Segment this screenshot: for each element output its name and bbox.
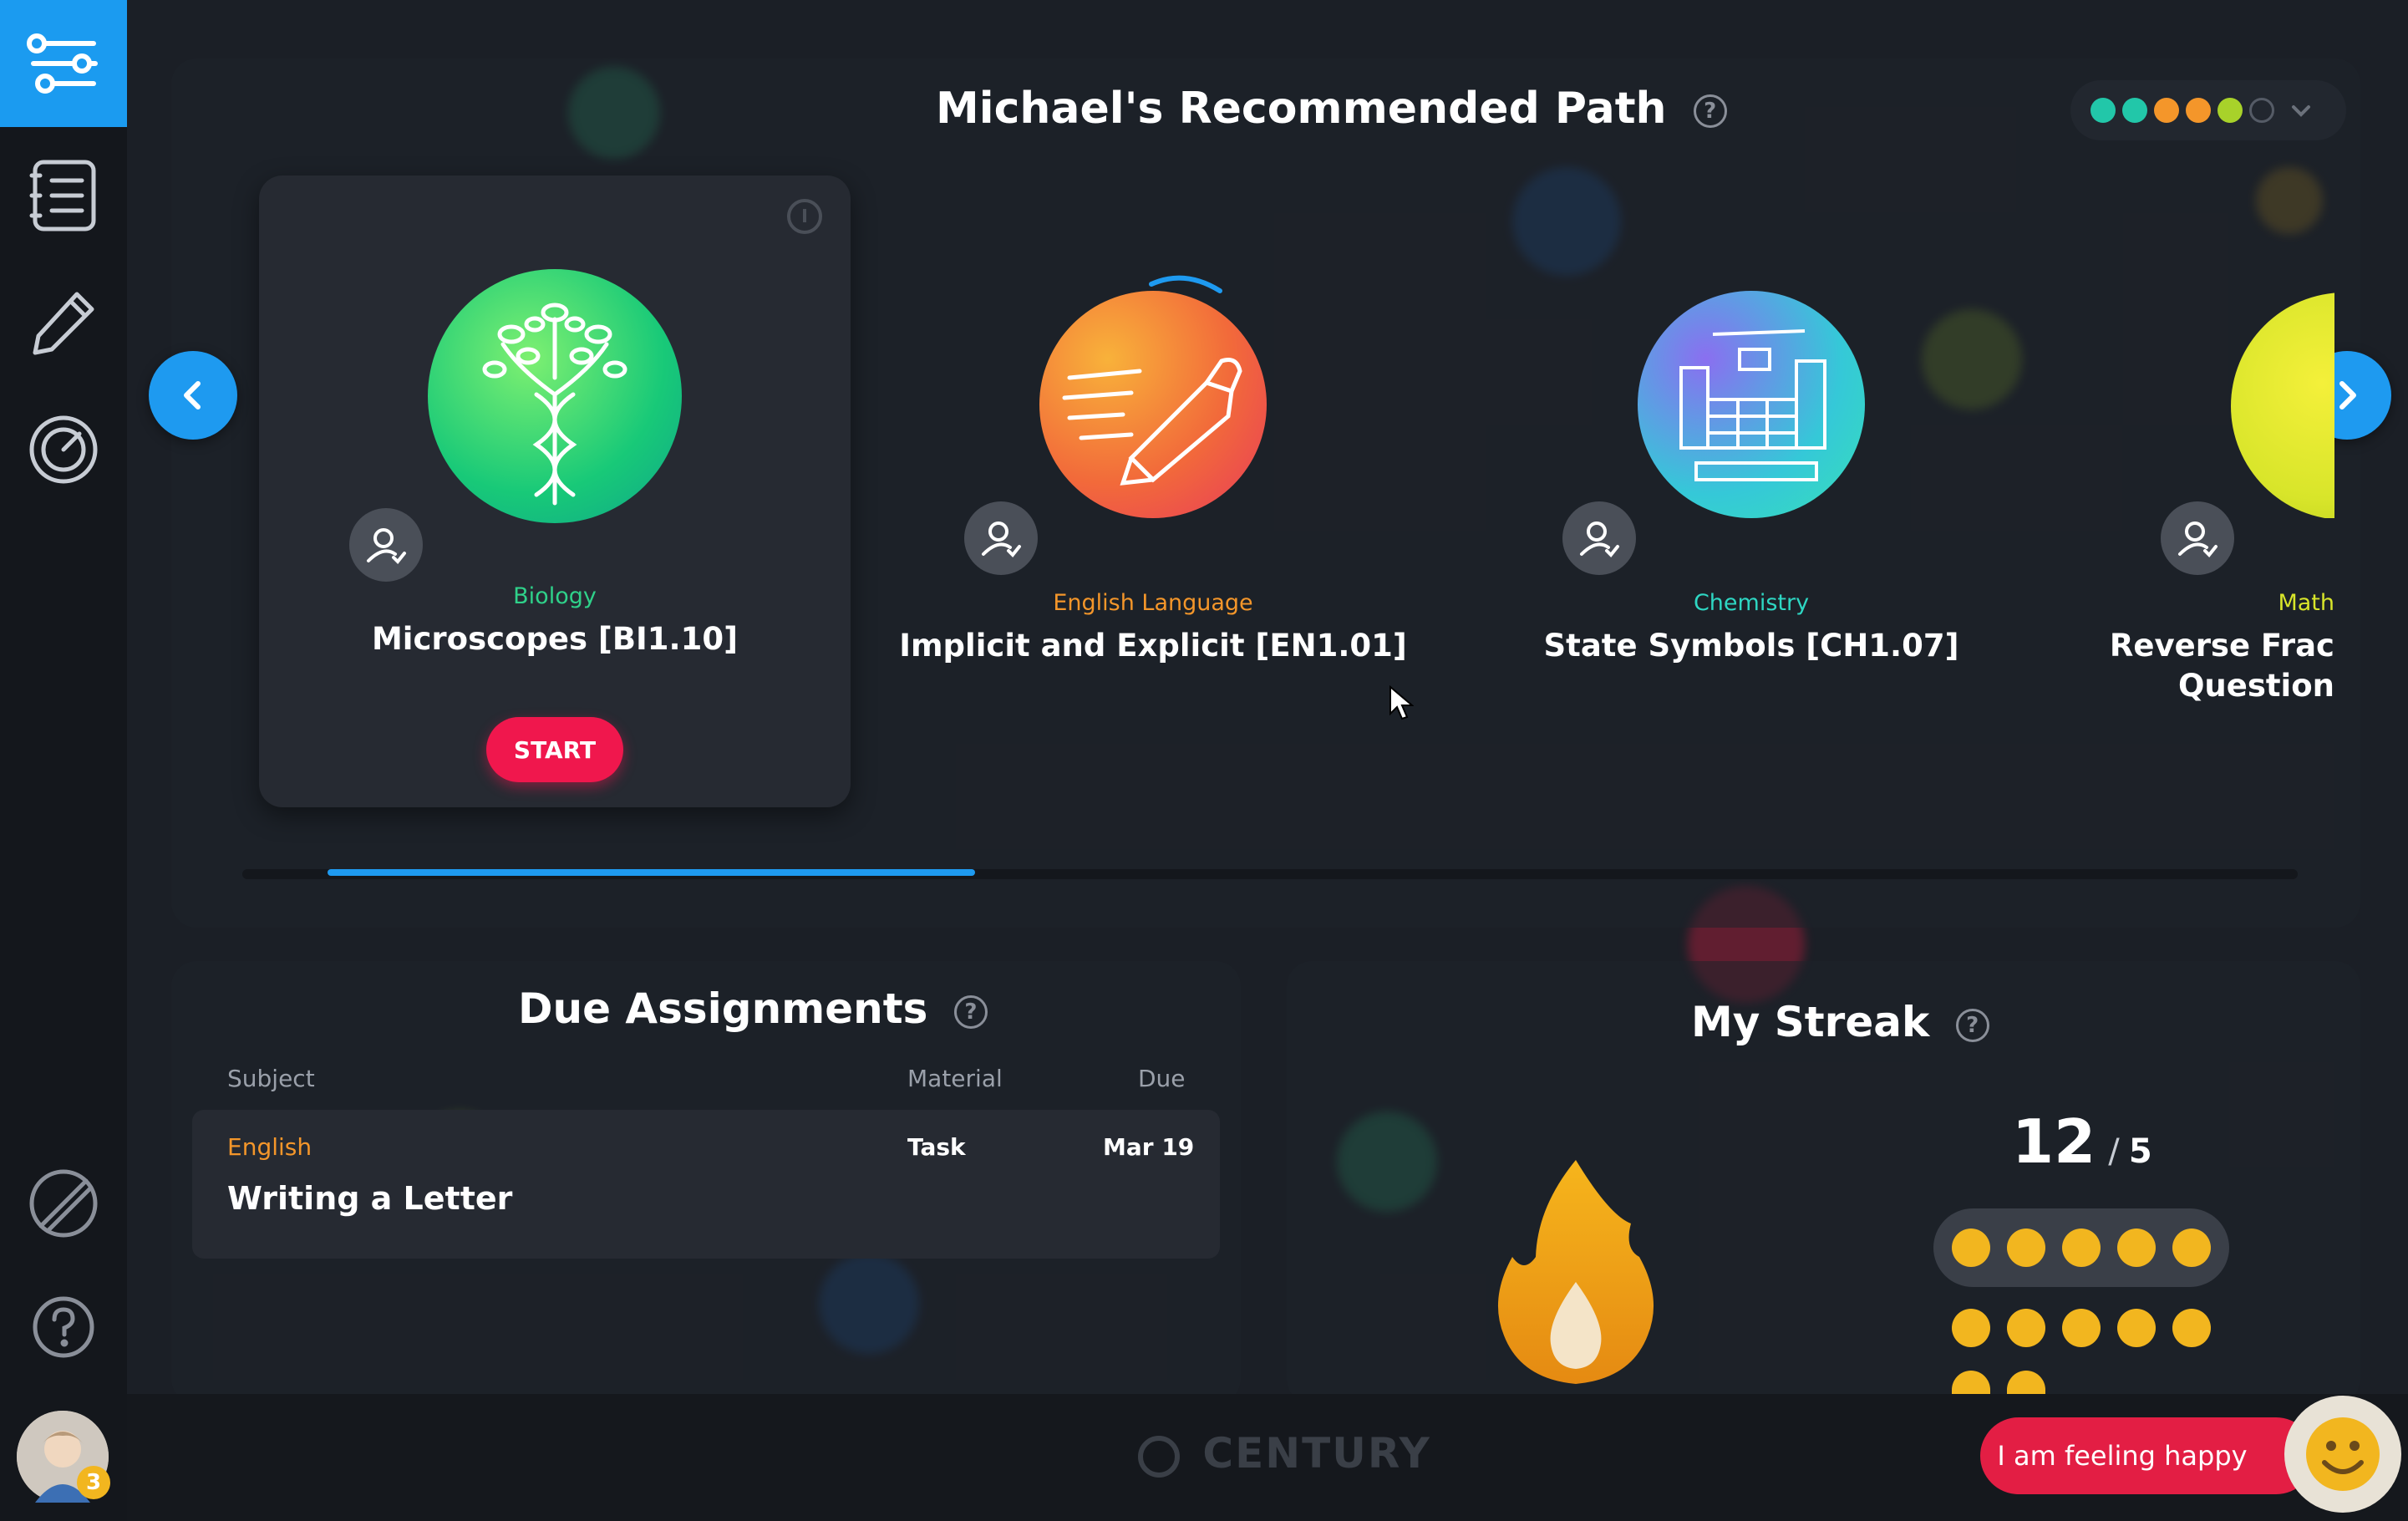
row-due-date: Mar 19 bbox=[1103, 1133, 1195, 1161]
due-title-text: Due Assignments bbox=[518, 984, 928, 1033]
chevron-right-icon bbox=[2339, 381, 2356, 410]
difficulty-dot bbox=[2186, 98, 2211, 123]
course-title: Reverse Frac Question bbox=[2109, 628, 2334, 704]
streak-day-dot bbox=[2062, 1309, 2101, 1347]
periodic-table-icon bbox=[1679, 329, 1826, 481]
user-check-icon bbox=[367, 528, 406, 564]
course-info: Math Reverse Frac Question bbox=[2106, 590, 2334, 724]
difficulty-dot bbox=[2090, 98, 2116, 123]
difficulty-dot bbox=[2122, 98, 2147, 123]
due-assignments-title: Due Assignments ? bbox=[518, 984, 988, 1033]
path-scroll-thumb[interactable] bbox=[328, 869, 975, 876]
table-row[interactable]: English Writing a Letter Task Mar 19 bbox=[192, 1110, 1220, 1259]
path-title-text: Michael's Recommended Path bbox=[936, 84, 1667, 134]
brand-logo: CENTURY bbox=[1136, 1429, 1431, 1479]
course-subject: Chemistry bbox=[1693, 590, 1810, 616]
chemistry-course-image[interactable] bbox=[1638, 291, 1865, 518]
streak-count: 12 / 5 bbox=[2012, 1106, 2152, 1177]
pen-writing-icon bbox=[1062, 358, 1242, 486]
carousel-prev-button[interactable] bbox=[149, 351, 237, 440]
english-course-image[interactable] bbox=[1039, 291, 1267, 518]
streak-day-dot bbox=[1952, 1228, 1990, 1267]
streak-day-dot bbox=[2172, 1228, 2211, 1267]
tree-dna-icon bbox=[482, 303, 627, 506]
notification-badge: 3 bbox=[77, 1466, 110, 1499]
chevron-left-icon bbox=[184, 381, 201, 410]
sidebar-item-help[interactable] bbox=[0, 1264, 127, 1391]
course-title: Implicit and Explicit [EN1.01] bbox=[899, 628, 1407, 664]
course-subject: English Language bbox=[1053, 590, 1253, 616]
sidebar-item-list[interactable] bbox=[0, 132, 127, 259]
streak-day-dot bbox=[2117, 1309, 2156, 1347]
sidebar-item-practice[interactable] bbox=[0, 259, 127, 386]
course-info: Chemistry State Symbols [CH1.07] bbox=[1450, 590, 2052, 666]
help-icon bbox=[33, 1296, 94, 1358]
smiley-icon bbox=[2306, 1417, 2380, 1491]
row-assignment-name: Writing a Letter bbox=[227, 1180, 513, 1217]
row-subject: English bbox=[227, 1133, 312, 1161]
mood-emoji[interactable] bbox=[2284, 1396, 2401, 1513]
difficulty-selector[interactable] bbox=[2070, 80, 2346, 140]
mood-button[interactable]: I am feeling happy bbox=[1980, 1417, 2314, 1494]
biology-course-image[interactable] bbox=[428, 269, 682, 523]
assign-user-button[interactable] bbox=[964, 501, 1038, 575]
path-help-icon[interactable]: ? bbox=[1693, 94, 1727, 128]
list-icon bbox=[29, 160, 96, 231]
assign-user-button[interactable] bbox=[1562, 501, 1636, 575]
avatar[interactable]: 3 bbox=[17, 1411, 110, 1503]
course-info: English Language Implicit and Explicit [… bbox=[852, 590, 1454, 666]
streak-day-dot bbox=[2117, 1228, 2156, 1267]
due-help-icon[interactable]: ? bbox=[953, 994, 988, 1029]
difficulty-dot bbox=[2217, 98, 2243, 123]
row-material: Task bbox=[907, 1133, 966, 1161]
pencil-icon bbox=[33, 292, 94, 355]
streak-goal: 5 bbox=[2128, 1132, 2152, 1171]
user-check-icon bbox=[982, 521, 1021, 557]
streak-day-dot bbox=[2062, 1228, 2101, 1267]
course-subject: Math bbox=[2278, 590, 2334, 616]
sidebar-item-disabled[interactable] bbox=[0, 1140, 127, 1267]
course-title: Microscopes [BI1.10] bbox=[371, 621, 739, 657]
assign-user-button[interactable] bbox=[2161, 501, 2234, 575]
flame-icon bbox=[1497, 1160, 1654, 1384]
sidebar: 3 bbox=[0, 0, 127, 1521]
streak-help-icon[interactable]: ? bbox=[1955, 1008, 1989, 1042]
column-header-due: Due bbox=[1138, 1065, 1186, 1092]
streak-separator: / bbox=[2108, 1132, 2120, 1171]
difficulty-dot bbox=[2154, 98, 2179, 123]
streak-title: My Streak ? bbox=[1691, 998, 1989, 1046]
streak-current: 12 bbox=[2012, 1106, 2096, 1177]
mouse-cursor bbox=[1389, 685, 1414, 720]
sidebar-item-path[interactable] bbox=[0, 0, 127, 127]
streak-day-dot bbox=[2007, 1228, 2045, 1267]
streak-day-dot bbox=[2172, 1309, 2211, 1347]
user-check-icon bbox=[2178, 521, 2217, 557]
no-pencil-icon bbox=[29, 1169, 98, 1238]
assign-user-button[interactable] bbox=[349, 508, 423, 582]
course-subject: Biology bbox=[513, 583, 597, 609]
math-course-image[interactable] bbox=[2231, 292, 2334, 518]
chevron-down-icon bbox=[2292, 105, 2310, 117]
user-check-icon bbox=[1580, 521, 1619, 557]
info-icon[interactable] bbox=[785, 197, 824, 236]
course-title: State Symbols [CH1.07] bbox=[1543, 628, 1959, 664]
dashboard-icon bbox=[29, 415, 98, 484]
sidebar-item-dashboard[interactable] bbox=[0, 386, 127, 513]
course-info: Biology Microscopes [BI1.10] bbox=[254, 583, 856, 659]
column-header-material: Material bbox=[907, 1065, 1003, 1092]
streak-title-text: My Streak bbox=[1691, 998, 1930, 1046]
column-header-subject: Subject bbox=[227, 1065, 315, 1092]
streak-day-dot bbox=[1952, 1309, 1990, 1347]
path-icon bbox=[27, 33, 98, 94]
start-button[interactable]: START bbox=[486, 717, 623, 782]
difficulty-dot-empty bbox=[2249, 98, 2274, 123]
century-logo-icon bbox=[1138, 1435, 1180, 1478]
streak-day-dot bbox=[2007, 1309, 2045, 1347]
path-title: Michael's Recommended Path ? bbox=[936, 84, 1727, 134]
brand-text: CENTURY bbox=[1202, 1429, 1431, 1478]
